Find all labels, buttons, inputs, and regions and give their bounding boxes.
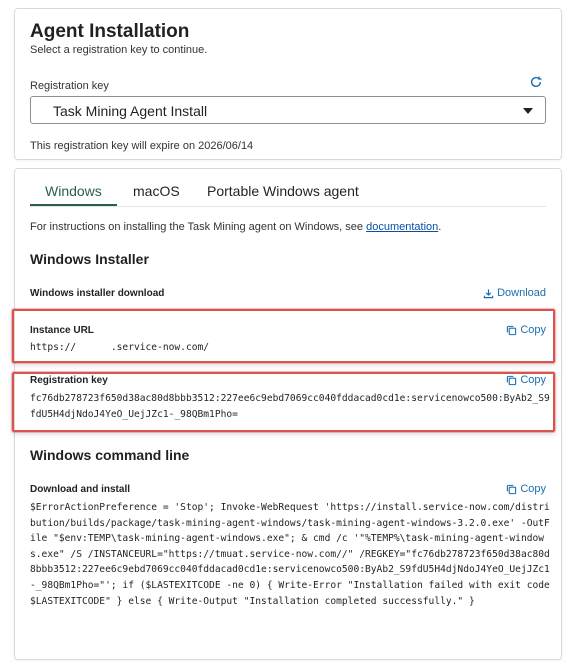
copy-label: Copy <box>520 483 546 495</box>
copy-command-button[interactable]: Copy <box>506 483 546 495</box>
documentation-link[interactable]: documentation <box>366 221 438 233</box>
registration-key-label: Registration key <box>30 80 109 92</box>
agent-installation-card: Agent Installation Select a registration… <box>14 8 562 160</box>
page-subtitle: Select a registration key to continue. <box>30 44 208 56</box>
tab-windows[interactable]: Windows <box>45 183 102 199</box>
download-install-label: Download and install <box>30 484 131 495</box>
copy-icon <box>507 484 517 494</box>
copy-label: Copy <box>520 374 546 386</box>
download-icon <box>483 288 494 298</box>
installer-download-label: Windows installer download <box>30 288 165 299</box>
download-label: Download <box>497 287 546 299</box>
expiry-text: This registration key will expire on 202… <box>30 140 254 152</box>
command-line-value: $ErrorActionPreference = 'Stop'; Invoke-… <box>30 502 556 607</box>
instance-url-label: Instance URL <box>30 325 94 336</box>
intro-text-end: . <box>438 221 442 233</box>
refresh-icon[interactable] <box>529 75 543 89</box>
page-title: Agent Installation <box>30 21 190 42</box>
registration-key-value: Task Mining Agent Install <box>53 103 208 119</box>
copy-icon <box>507 375 517 385</box>
instance-url-value: https:// .service-now.com/ <box>30 342 210 353</box>
tab-portable-windows-agent[interactable]: Portable Windows agent <box>207 183 359 199</box>
platform-instructions-card: Windows macOS Portable Windows agent For… <box>12 168 562 660</box>
tab-divider <box>30 206 546 207</box>
intro-text-body: For instructions on installing the Task … <box>30 221 367 233</box>
copy-instance-url-button[interactable]: Copy <box>506 324 546 336</box>
registration-key-field-label: Registration key <box>30 375 108 386</box>
windows-installer-heading: Windows Installer <box>30 251 149 267</box>
copy-registration-key-button[interactable]: Copy <box>506 374 546 386</box>
download-button[interactable]: Download <box>483 287 546 299</box>
tab-macos[interactable]: macOS <box>133 183 180 199</box>
copy-icon <box>507 325 517 335</box>
registration-key-value: fc76db278723f650d38ac80d8bbb3512:227ee6c… <box>30 393 550 420</box>
intro-text: For instructions on installing the Task … <box>30 221 441 233</box>
windows-command-line-heading: Windows command line <box>30 447 190 463</box>
registration-key-select[interactable]: Task Mining Agent Install <box>30 96 546 124</box>
chevron-down-icon <box>523 108 533 114</box>
copy-label: Copy <box>520 324 546 336</box>
